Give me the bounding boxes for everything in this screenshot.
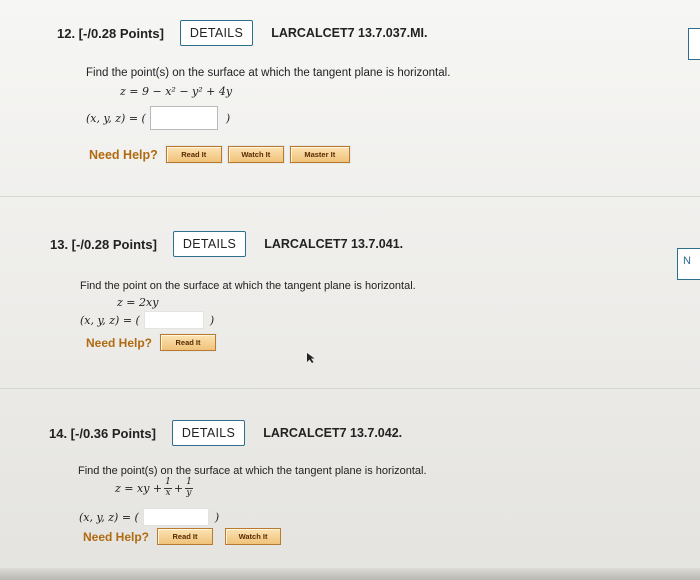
question-14-watch-it-button[interactable]: Watch It — [225, 528, 282, 545]
question-13-read-it-button[interactable]: Read It — [160, 334, 217, 351]
right-edge-box-2[interactable]: N — [677, 248, 700, 280]
question-12-header: 12. [-/0.28 Points] DETAILS LARCALCET7 1… — [57, 20, 428, 46]
question-14-help-label: Need Help? — [83, 529, 150, 544]
question-13-details-button[interactable]: DETAILS — [172, 231, 247, 257]
question-13-answer-label: (x, y, z) = ( — [80, 313, 140, 327]
question-14-plus: + — [173, 481, 184, 495]
question-12-watch-it-button[interactable]: Watch It — [227, 146, 284, 163]
question-14-fraction-1: 1 x — [164, 477, 172, 499]
question-12-help: Need Help? Read It Watch It Master It — [89, 146, 356, 163]
question-14-equation-prefix: z = xy + — [115, 481, 163, 495]
question-14-details-button[interactable]: DETAILS — [171, 420, 246, 446]
question-14-read-it-button[interactable]: Read It — [157, 528, 214, 545]
mouse-cursor-icon — [306, 351, 316, 369]
right-edge-box-1[interactable] — [688, 28, 700, 60]
question-12-points: 12. [-/0.28 Points] — [57, 25, 164, 41]
question-12-answer-close: ) — [225, 111, 231, 125]
question-12-equation: z = 9 − x² − y² + 4y — [120, 85, 233, 98]
question-12-answer-input[interactable] — [149, 106, 218, 130]
question-13-prompt: Find the point on the surface at which t… — [80, 280, 416, 292]
fraction-1-denominator: x — [165, 487, 171, 498]
question-12-answer-label: (x, y, z) = ( — [86, 111, 146, 125]
question-13-answer-input[interactable] — [143, 311, 204, 329]
question-12-read-it-button[interactable]: Read It — [165, 146, 222, 163]
question-12-help-label: Need Help? — [89, 147, 158, 162]
question-13-answer-close: ) — [209, 313, 215, 327]
question-14-answer-row: (x, y, z) = ( ) — [79, 508, 219, 526]
question-12-answer-row: (x, y, z) = ( ) — [86, 106, 230, 130]
right-edge-box-label: N — [683, 255, 691, 267]
question-14-answer-label: (x, y, z) = ( — [79, 510, 139, 524]
question-12-details-button[interactable]: DETAILS — [179, 20, 254, 46]
bottom-shadow — [0, 568, 700, 580]
question-13-answer-row: (x, y, z) = ( ) — [80, 311, 214, 329]
question-14-equation: z = xy + 1 x + 1 y — [115, 477, 195, 499]
question-14-code: LARCALCET7 13.7.042. — [263, 426, 403, 440]
question-13-help: Need Help? Read It — [86, 334, 222, 351]
question-12-code: LARCALCET7 13.7.037.MI. — [271, 26, 428, 40]
question-14-fraction-2: 1 y — [185, 477, 193, 499]
fraction-2-denominator: y — [186, 487, 192, 498]
question-13-header: 13. [-/0.28 Points] DETAILS LARCALCET7 1… — [50, 231, 403, 257]
question-12-prompt: Find the point(s) on the surface at whic… — [86, 67, 451, 79]
question-14-points: 14. [-/0.36 Points] — [49, 425, 156, 441]
section-divider — [0, 388, 700, 389]
question-13-equation: z = 2xy — [117, 296, 159, 309]
question-13-code: LARCALCET7 13.7.041. — [264, 237, 404, 251]
question-12-master-it-button[interactable]: Master It — [289, 146, 350, 163]
question-13-points: 13. [-/0.28 Points] — [50, 236, 157, 252]
question-13-help-label: Need Help? — [86, 335, 153, 350]
question-14-help: Need Help? Read It Watch It — [83, 528, 287, 545]
question-14-answer-close: ) — [214, 510, 220, 524]
question-14-answer-input[interactable] — [142, 508, 209, 526]
question-14-header: 14. [-/0.36 Points] DETAILS LARCALCET7 1… — [49, 420, 402, 446]
question-14-prompt: Find the point(s) on the surface at whic… — [78, 465, 427, 477]
section-divider — [0, 196, 700, 197]
homework-page: N 12. [-/0.28 Points] DETAILS LARCALCET7… — [0, 0, 700, 580]
